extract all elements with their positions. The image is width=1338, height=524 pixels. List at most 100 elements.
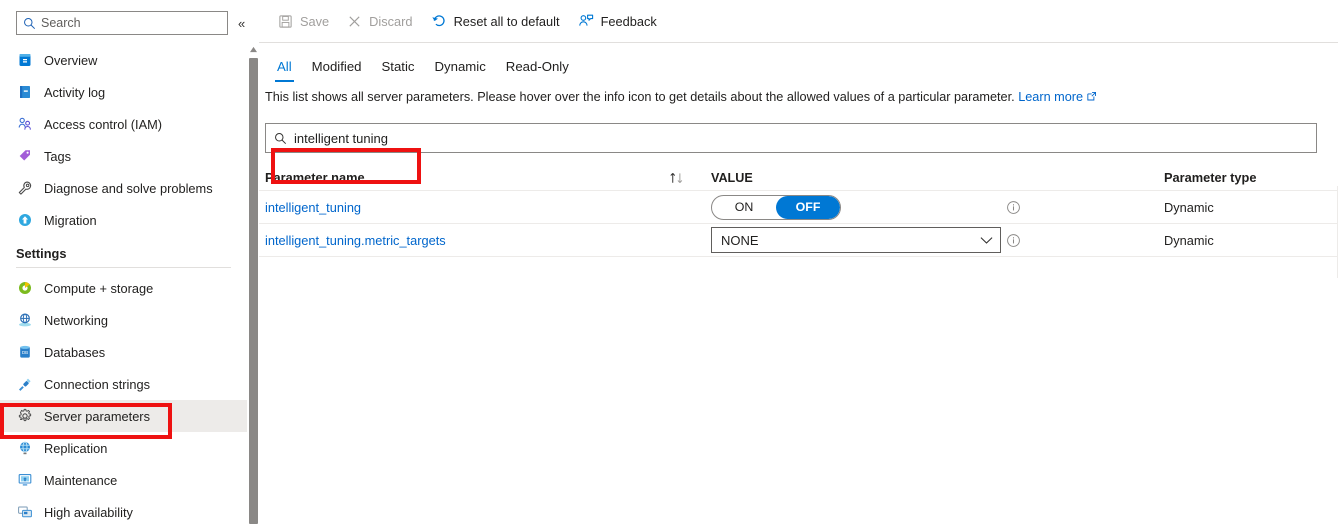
overview-icon (16, 51, 34, 69)
sidebar-nav-list-top: Overview Activity log Access control (IA… (0, 44, 258, 236)
sidebar-item-networking[interactable]: Networking (0, 304, 258, 336)
server-parameters-table: Parameter name VALUE Parameter type inte… (259, 165, 1337, 257)
scroll-up-arrow-icon[interactable] (248, 44, 259, 55)
close-icon (347, 14, 362, 29)
sidebar-item-label: Databases (44, 344, 106, 360)
reset-all-to-default-button[interactable]: Reset all to default (422, 6, 569, 36)
connection-strings-icon (16, 375, 34, 393)
wrench-icon (16, 179, 34, 197)
sidebar-scrollbar[interactable] (248, 44, 259, 524)
networking-icon (16, 311, 34, 329)
sidebar-item-databases[interactable]: DB Databases (0, 336, 258, 368)
table-header-row: Parameter name VALUE Parameter type (259, 165, 1337, 191)
sidebar-item-label: Activity log (44, 84, 106, 100)
learn-more-link[interactable]: Learn more (1018, 90, 1083, 104)
sidebar-search-placeholder: Search (41, 15, 81, 30)
metric-targets-dropdown[interactable]: NONE (711, 227, 1001, 253)
discard-button[interactable]: Discard (338, 6, 421, 36)
search-icon (23, 17, 36, 30)
sidebar-item-replication[interactable]: Replication (0, 432, 258, 464)
chevron-down-icon (980, 233, 993, 248)
save-button[interactable]: Save (269, 6, 338, 36)
sidebar-item-migration[interactable]: Migration (0, 204, 258, 236)
parameter-type-cell: Dynamic (1164, 232, 1214, 248)
parameter-name-cell: intelligent_tuning.metric_targets (265, 233, 669, 248)
sidebar-item-tags[interactable]: Tags (0, 140, 258, 172)
reset-label: Reset all to default (453, 13, 560, 29)
table-row: intelligent_tuning.metric_targets NONE D… (259, 224, 1337, 257)
sidebar-group-settings-title: Settings (16, 246, 67, 261)
feedback-icon (578, 13, 594, 29)
sidebar-item-label: Migration (44, 212, 97, 228)
sidebar-item-activity-log[interactable]: Activity log (0, 76, 258, 108)
sidebar-item-label: Diagnose and solve problems (44, 180, 213, 196)
page-description: This list shows all server parameters. P… (259, 82, 1338, 105)
tab-dynamic[interactable]: Dynamic (425, 59, 496, 82)
dropdown-selected-value: NONE (721, 232, 759, 248)
sidebar-item-label: Networking (44, 312, 109, 328)
sidebar-nav-list-settings: Compute + storage Networking DB Database… (0, 272, 258, 524)
parameter-filter-tabs: All Modified Static Dynamic Read-Only (259, 44, 1338, 82)
feedback-button[interactable]: Feedback (569, 6, 666, 36)
sidebar-item-overview[interactable]: Overview (0, 44, 258, 76)
sidebar-item-diagnose[interactable]: Diagnose and solve problems (0, 172, 258, 204)
maintenance-icon (16, 471, 34, 489)
column-header-value[interactable]: VALUE (711, 171, 1006, 185)
description-text: This list shows all server parameters. P… (265, 90, 1019, 104)
sidebar-item-high-availability[interactable]: High availability (0, 496, 258, 524)
main-content: Save Discard Reset all to default Feedba… (259, 0, 1338, 524)
tab-read-only[interactable]: Read-Only (496, 59, 579, 82)
resource-sidebar: Search « Overview Activity log Access co… (0, 0, 259, 524)
sidebar-item-label: Access control (IAM) (44, 116, 163, 132)
tags-icon (16, 147, 34, 165)
column-header-parameter-type[interactable]: Parameter type (1046, 170, 1337, 185)
parameter-value-cell: NONE (711, 227, 1006, 253)
sidebar-item-label: Overview (44, 52, 98, 68)
azure-portal-server-parameters-page: Search « Overview Activity log Access co… (0, 0, 1338, 524)
sidebar-item-label: High availability (44, 504, 133, 520)
info-icon[interactable] (1006, 200, 1021, 215)
sidebar-item-label: Replication (44, 440, 108, 456)
collapse-sidebar-icon[interactable]: « (238, 17, 245, 30)
compute-storage-icon (16, 279, 34, 297)
svg-text:DB: DB (22, 350, 28, 355)
tab-modified[interactable]: Modified (302, 59, 372, 82)
search-icon (274, 132, 287, 145)
tab-static[interactable]: Static (372, 59, 425, 82)
sort-icon[interactable] (669, 171, 711, 185)
info-cell (1006, 233, 1046, 248)
command-bar: Save Discard Reset all to default Feedba… (259, 0, 1338, 42)
toggle-option-on[interactable]: ON (712, 196, 776, 219)
parameter-filter-input[interactable]: intelligent tuning (265, 123, 1317, 153)
sidebar-item-compute-storage[interactable]: Compute + storage (0, 272, 258, 304)
parameter-type-cell: Dynamic (1164, 199, 1214, 215)
intelligent-tuning-toggle[interactable]: ON OFF (711, 194, 841, 220)
sidebar-search-row: Search « (0, 0, 258, 44)
toggle-option-off[interactable]: OFF (776, 195, 840, 219)
save-label: Save (300, 13, 330, 29)
sidebar-search-box[interactable]: Search (16, 11, 228, 35)
sidebar-item-label: Tags (44, 148, 72, 164)
gear-icon (16, 407, 34, 425)
sidebar-scrollbar-thumb[interactable] (249, 58, 258, 524)
parameter-value-cell: ON OFF (711, 194, 1006, 220)
info-cell (1006, 200, 1046, 215)
sidebar-item-server-parameters[interactable]: Server parameters (0, 400, 247, 432)
activity-log-icon (16, 83, 34, 101)
parameter-filter-value: intelligent tuning (294, 130, 388, 146)
sidebar-item-connection-strings[interactable]: Connection strings (0, 368, 258, 400)
discard-label: Discard (369, 13, 413, 29)
tab-all[interactable]: All (267, 59, 302, 82)
info-icon[interactable] (1006, 233, 1021, 248)
column-header-parameter-name[interactable]: Parameter name (265, 170, 669, 185)
parameter-name-link[interactable]: intelligent_tuning (265, 200, 361, 215)
sidebar-item-label: Connection strings (44, 376, 150, 392)
sidebar-item-maintenance[interactable]: Maintenance (0, 464, 258, 496)
sidebar-item-label: Compute + storage (44, 280, 154, 296)
command-bar-separator (259, 42, 1338, 43)
sidebar-divider (16, 267, 231, 268)
parameter-name-link[interactable]: intelligent_tuning.metric_targets (265, 233, 446, 248)
migration-icon (16, 211, 34, 229)
sidebar-item-access-control[interactable]: Access control (IAM) (0, 108, 258, 140)
databases-icon: DB (16, 343, 34, 361)
